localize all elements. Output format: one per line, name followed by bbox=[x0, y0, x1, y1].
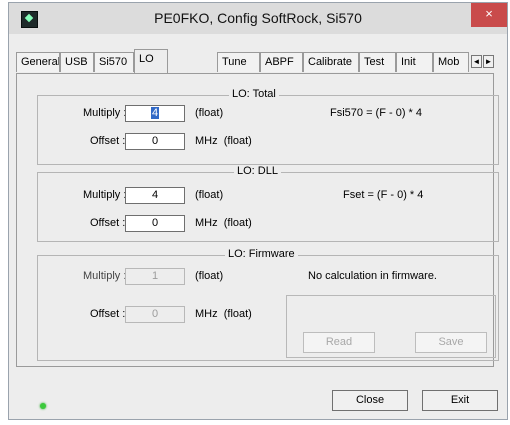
exit-button[interactable]: Exit bbox=[422, 390, 498, 411]
tab-lo[interactable]: LO bbox=[134, 49, 168, 73]
tab-tune[interactable]: Tune bbox=[217, 52, 260, 72]
lo-firmware-offset-unit: MHz (float) bbox=[195, 308, 252, 320]
lo-firmware-title: LO: Firmware bbox=[225, 248, 298, 260]
lo-tab-panel: LO: Total Multiply : 4 (float) Fsi570 = … bbox=[16, 73, 499, 367]
firmware-io-box: Read Save bbox=[286, 295, 496, 358]
tab-usb[interactable]: USB bbox=[60, 52, 94, 72]
tab-mob[interactable]: Mob bbox=[433, 52, 469, 72]
lo-firmware-note: No calculation in firmware. bbox=[308, 270, 437, 282]
tab-abpf[interactable]: ABPF bbox=[260, 52, 303, 72]
tab-test[interactable]: Test bbox=[359, 52, 396, 72]
close-button[interactable]: Close bbox=[332, 390, 408, 411]
lo-total-offset-input[interactable]: 0 bbox=[125, 133, 185, 150]
lo-firmware-multiply-label: Multiply : bbox=[83, 270, 127, 282]
read-button[interactable]: Read bbox=[303, 332, 375, 353]
lo-total-title: LO: Total bbox=[229, 88, 279, 100]
tab-general[interactable]: General bbox=[16, 52, 60, 72]
lo-total-formula: Fsi570 = (F - 0) * 4 bbox=[330, 107, 423, 119]
title-bar: PE0FKO, Config SoftRock, Si570 × bbox=[9, 3, 507, 34]
close-window-button[interactable]: × bbox=[471, 3, 507, 27]
lo-dll-offset-unit: MHz (float) bbox=[195, 217, 252, 229]
lo-firmware-multiply-unit: (float) bbox=[195, 270, 224, 282]
lo-firmware-offset-label: Offset : bbox=[90, 308, 126, 320]
lo-dll-group: LO: DLL Multiply : 4 (float) Fset = (F -… bbox=[37, 165, 499, 242]
lo-firmware-group: LO: Firmware Multiply : 1 (float) No cal… bbox=[37, 248, 499, 361]
lo-dll-formula: Fset = (F - 0) * 4 bbox=[343, 189, 424, 201]
lo-dll-multiply-label: Multiply : bbox=[83, 189, 127, 201]
lo-dll-multiply-input[interactable]: 4 bbox=[125, 187, 185, 204]
save-button[interactable]: Save bbox=[415, 332, 487, 353]
lo-total-offset-label: Offset : bbox=[90, 135, 126, 147]
window-title: PE0FKO, Config SoftRock, Si570 bbox=[154, 10, 362, 26]
lo-total-multiply-input[interactable]: 4 bbox=[125, 105, 185, 122]
tab-init[interactable]: Init bbox=[396, 52, 433, 72]
lo-total-multiply-label: Multiply : bbox=[83, 107, 127, 119]
lo-firmware-multiply-input[interactable]: 1 bbox=[125, 268, 185, 285]
tab-calibrate[interactable]: Calibrate bbox=[303, 52, 359, 72]
lo-total-offset-unit: MHz (float) bbox=[195, 135, 252, 147]
tab-strip: General USB Si570 Tune ABPF Calibrate Te… bbox=[16, 49, 494, 74]
tab-scroll-left-icon[interactable]: ◄ bbox=[471, 55, 482, 68]
lo-dll-title: LO: DLL bbox=[234, 165, 281, 177]
lo-firmware-offset-input[interactable]: 0 bbox=[125, 306, 185, 323]
lo-total-group: LO: Total Multiply : 4 (float) Fsi570 = … bbox=[37, 88, 499, 165]
lo-dll-offset-label: Offset : bbox=[90, 217, 126, 229]
tab-si570[interactable]: Si570 bbox=[94, 52, 134, 72]
tab-scroll-right-icon[interactable]: ► bbox=[483, 55, 494, 68]
lo-total-multiply-unit: (float) bbox=[195, 107, 224, 119]
lo-total-multiply-value: 4 bbox=[150, 107, 160, 119]
status-led-icon bbox=[40, 403, 46, 409]
lo-dll-multiply-unit: (float) bbox=[195, 189, 224, 201]
lo-dll-offset-input[interactable]: 0 bbox=[125, 215, 185, 232]
